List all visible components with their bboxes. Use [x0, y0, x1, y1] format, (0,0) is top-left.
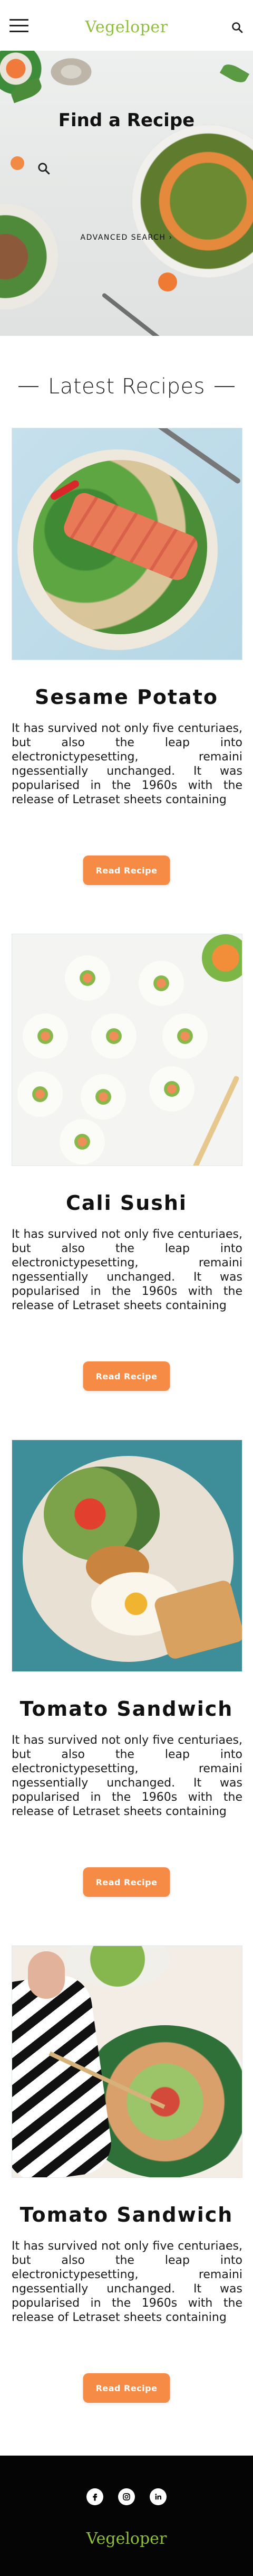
- recipe-description: It has survived not only five centuriaes…: [12, 722, 242, 806]
- read-recipe-button[interactable]: Read Recipe: [83, 1867, 170, 1897]
- recipe-image[interactable]: [12, 934, 242, 1166]
- linkedin-icon[interactable]: [150, 2488, 167, 2505]
- social-links: [0, 2488, 253, 2505]
- recipe-image[interactable]: [12, 1440, 242, 1672]
- instagram-icon[interactable]: [118, 2488, 135, 2505]
- site-logo[interactable]: Vegeloper: [0, 18, 253, 36]
- read-recipe-button[interactable]: Read Recipe: [83, 1361, 170, 1391]
- recipe-image[interactable]: [12, 1945, 242, 2178]
- fork-image: [101, 292, 162, 336]
- divider: [18, 386, 39, 387]
- search-icon[interactable]: [37, 162, 51, 175]
- recipe-image[interactable]: [12, 428, 242, 660]
- search-icon[interactable]: [231, 21, 244, 34]
- read-recipe-button[interactable]: Read Recipe: [83, 2373, 170, 2403]
- hero-title: Find a Recipe: [58, 110, 195, 131]
- recipe-title[interactable]: Sesame Potato: [0, 685, 253, 709]
- recipe-description: It has survived not only five centuriaes…: [12, 1228, 242, 1312]
- divider: [214, 386, 235, 387]
- recipe-title[interactable]: Cali Sushi: [0, 1191, 253, 1215]
- site-header: Vegeloper: [0, 0, 253, 51]
- recipe-description: It has survived not only five centuriaes…: [12, 1734, 242, 1818]
- facebook-icon[interactable]: [86, 2488, 103, 2505]
- site-footer: Vegeloper: [0, 2456, 253, 2576]
- advanced-search-label: ADVANCED SEARCH: [80, 233, 166, 242]
- advanced-search-link[interactable]: ADVANCED SEARCH ›: [0, 233, 253, 242]
- read-recipe-button[interactable]: Read Recipe: [83, 855, 170, 885]
- latest-recipes-heading: Latest Recipes: [0, 374, 253, 399]
- hero-banner: Find a Recipe ADVANCED SEARCH ›: [0, 51, 253, 336]
- hero-bowl-image: [132, 125, 253, 278]
- chevron-right-icon: ›: [169, 233, 173, 242]
- section-title: Latest Recipes: [48, 374, 205, 399]
- recipe-title[interactable]: Tomato Sandwich: [0, 1697, 253, 1721]
- recipe-title[interactable]: Tomato Sandwich: [0, 2203, 253, 2226]
- footer-logo[interactable]: Vegeloper: [0, 2530, 253, 2548]
- recipe-description: It has survived not only five centuriaes…: [12, 2240, 242, 2324]
- recipe-search-input[interactable]: [55, 159, 194, 177]
